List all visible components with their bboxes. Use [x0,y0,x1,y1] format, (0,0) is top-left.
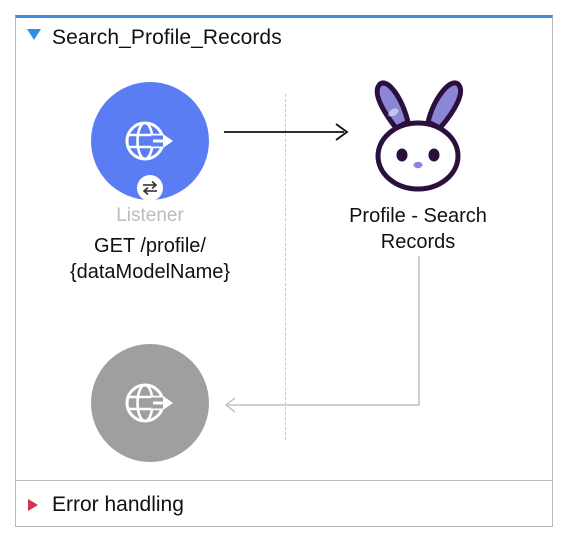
error-handling-label[interactable]: Error handling [52,492,184,518]
flow-canvas: Listener GET /profile/ {dataModelName} P… [16,18,552,526]
swap-arrows-badge[interactable] [137,175,163,201]
globe-arrow-icon [125,383,173,423]
listener-path-line-1: GET /profile/ [94,235,206,257]
listener-path-line-2: {dataModelName} [69,261,231,283]
swap-arrows-icon [142,180,158,196]
component-label-line-1: Profile - Search [349,205,487,227]
source-process-divider [285,94,286,440]
forward-arrowhead [335,123,349,141]
component-label-line-2: Records [380,231,456,253]
return-arrow-line [228,256,420,406]
globe-arrow-icon [125,121,173,161]
bunny-icon[interactable] [358,76,476,194]
listener-caption: Listener [116,205,184,226]
response-node[interactable] [91,344,209,462]
return-arrowhead [224,397,236,413]
flow-panel: Search_Profile_Records Listener GET /pro… [15,15,553,527]
component-label[interactable]: Profile - Search Records [318,203,518,255]
expand-triangle-icon[interactable] [28,499,38,511]
error-handling-section[interactable]: Error handling [16,480,552,528]
listener-path: GET /profile/ {dataModelName} [46,233,254,285]
